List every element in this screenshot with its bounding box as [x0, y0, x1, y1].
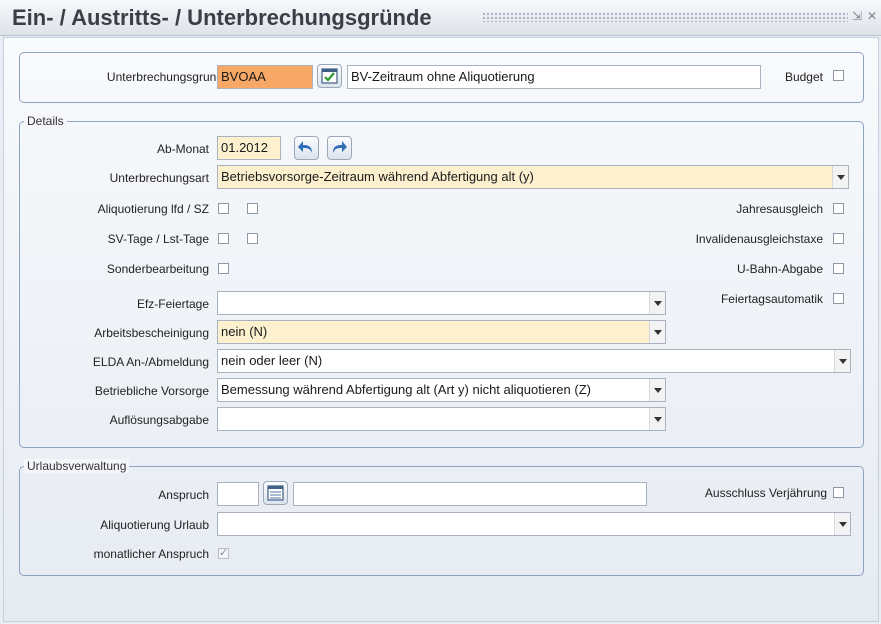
- urlaubsverwaltung-frame: Urlaubsverwaltung Anspruch Ausschluss Ve…: [19, 459, 864, 576]
- betriebliche-vorsorge-value: Bemessung während Abfertigung alt (Art y…: [221, 382, 591, 397]
- ausschluss-verjaehrung-label: Ausschluss Verjährung: [704, 486, 827, 500]
- arbeitsbescheinigung-select[interactable]: nein (N): [217, 320, 666, 344]
- invalidenausgleichstaxe-label: Invalidenausgleichstaxe: [695, 232, 823, 246]
- aliquotierung-sz-checkbox[interactable]: [247, 203, 258, 214]
- minimize-icon[interactable]: ⇲: [850, 8, 864, 24]
- title-bar-grip[interactable]: [482, 12, 848, 22]
- elda-select[interactable]: nein oder leer (N): [217, 349, 851, 373]
- arbeitsbescheinigung-label: Arbeitsbescheinigung: [94, 326, 209, 340]
- close-icon[interactable]: ✕: [865, 8, 879, 24]
- ausschluss-verjaehrung-checkbox[interactable]: [833, 487, 844, 498]
- chevron-down-icon[interactable]: [832, 166, 848, 188]
- feiertagsautomatik-checkbox[interactable]: [833, 293, 844, 304]
- invalidenausgleichstaxe-checkbox[interactable]: [833, 233, 844, 244]
- anspruch-label: Anspruch: [158, 488, 209, 502]
- ab-monat-label: Ab-Monat: [156, 142, 209, 156]
- arrow-back-icon: [298, 141, 312, 153]
- anspruch-description-input[interactable]: [293, 482, 647, 506]
- chevron-down-icon[interactable]: [649, 408, 665, 430]
- chevron-down-icon[interactable]: [649, 321, 665, 343]
- details-legend: Details: [24, 114, 67, 128]
- title-bar: Ein- / Austritts- / Unterbrechungsgründe…: [0, 0, 881, 36]
- arrow-forward-icon: [333, 141, 347, 153]
- monatlicher-anspruch-checkbox[interactable]: [218, 546, 229, 559]
- lookup-button[interactable]: [317, 64, 342, 88]
- sv-tage-label: SV-Tage / Lst-Tage: [107, 232, 209, 246]
- chevron-down-icon[interactable]: [649, 379, 665, 401]
- reason-frame: Unterbrechungsgrund BVOAA BV-Zeitraum oh…: [19, 52, 864, 103]
- lst-tage-checkbox[interactable]: [247, 233, 258, 244]
- monatlicher-anspruch-label: monatlicher Anspruch: [93, 547, 209, 561]
- u-bahn-abgabe-label: U-Bahn-Abgabe: [736, 262, 823, 276]
- chevron-down-icon[interactable]: [834, 513, 850, 535]
- aliquotierung-lfd-checkbox[interactable]: [218, 203, 229, 214]
- efz-feiertage-select[interactable]: [217, 291, 666, 315]
- budget-checkbox[interactable]: [833, 70, 844, 81]
- aufloesungsabgabe-label: Auflösungsabgabe: [109, 413, 209, 427]
- previous-month-button[interactable]: [294, 136, 319, 160]
- feiertagsautomatik-label: Feiertagsautomatik: [720, 292, 823, 306]
- sonderbearbeitung-checkbox[interactable]: [218, 263, 229, 274]
- aliquotierung-label: Aliquotierung lfd / SZ: [97, 202, 209, 216]
- anspruch-input[interactable]: [217, 482, 259, 506]
- ab-monat-input[interactable]: 01.2012: [217, 136, 281, 160]
- reason-code-input[interactable]: BVOAA: [217, 65, 313, 89]
- chevron-down-icon[interactable]: [649, 292, 665, 314]
- jahresausgleich-label: Jahresausgleich: [736, 202, 823, 216]
- elda-label: ELDA An-/Abmeldung: [92, 355, 209, 369]
- u-bahn-abgabe-checkbox[interactable]: [833, 263, 844, 274]
- anspruch-calendar-button[interactable]: [263, 481, 288, 505]
- aliquotierung-urlaub-select[interactable]: [217, 512, 851, 536]
- form-body: Unterbrechungsgrund BVOAA BV-Zeitraum oh…: [3, 37, 879, 622]
- budget-label: Budget: [784, 70, 823, 84]
- aufloesungsabgabe-select[interactable]: [217, 407, 666, 431]
- window-title: Ein- / Austritts- / Unterbrechungsgründe: [12, 5, 432, 30]
- jahresausgleich-checkbox[interactable]: [833, 203, 844, 214]
- unterbrechungsart-select[interactable]: Betriebsvorsorge-Zeitraum während Abfert…: [217, 165, 849, 189]
- chevron-down-icon[interactable]: [834, 350, 850, 372]
- next-month-button[interactable]: [327, 136, 352, 160]
- efz-feiertage-label: Efz-Feiertage: [136, 297, 209, 311]
- arbeitsbescheinigung-value: nein (N): [221, 324, 268, 339]
- unterbrechungsart-value: Betriebsvorsorge-Zeitraum während Abfert…: [221, 169, 534, 184]
- unterbrechungsart-label: Unterbrechungsart: [109, 171, 209, 185]
- urlaubsverwaltung-legend: Urlaubsverwaltung: [24, 459, 130, 473]
- betriebliche-vorsorge-label: Betriebliche Vorsorge: [94, 384, 209, 398]
- details-frame: Details Ab-Monat 01.2012 Unterbrechungsa…: [19, 114, 864, 448]
- calendar-icon: [267, 485, 284, 501]
- calendar-check-icon: [321, 68, 338, 84]
- betriebliche-vorsorge-select[interactable]: Bemessung während Abfertigung alt (Art y…: [217, 378, 666, 402]
- elda-value: nein oder leer (N): [221, 353, 323, 368]
- reason-label: Unterbrechungsgrund: [106, 70, 223, 84]
- sv-tage-checkbox[interactable]: [218, 233, 229, 244]
- aliquotierung-urlaub-label: Aliquotierung Urlaub: [100, 518, 209, 532]
- reason-description-input[interactable]: BV-Zeitraum ohne Aliquotierung: [347, 65, 761, 89]
- sonderbearbeitung-label: Sonderbearbeitung: [106, 262, 209, 276]
